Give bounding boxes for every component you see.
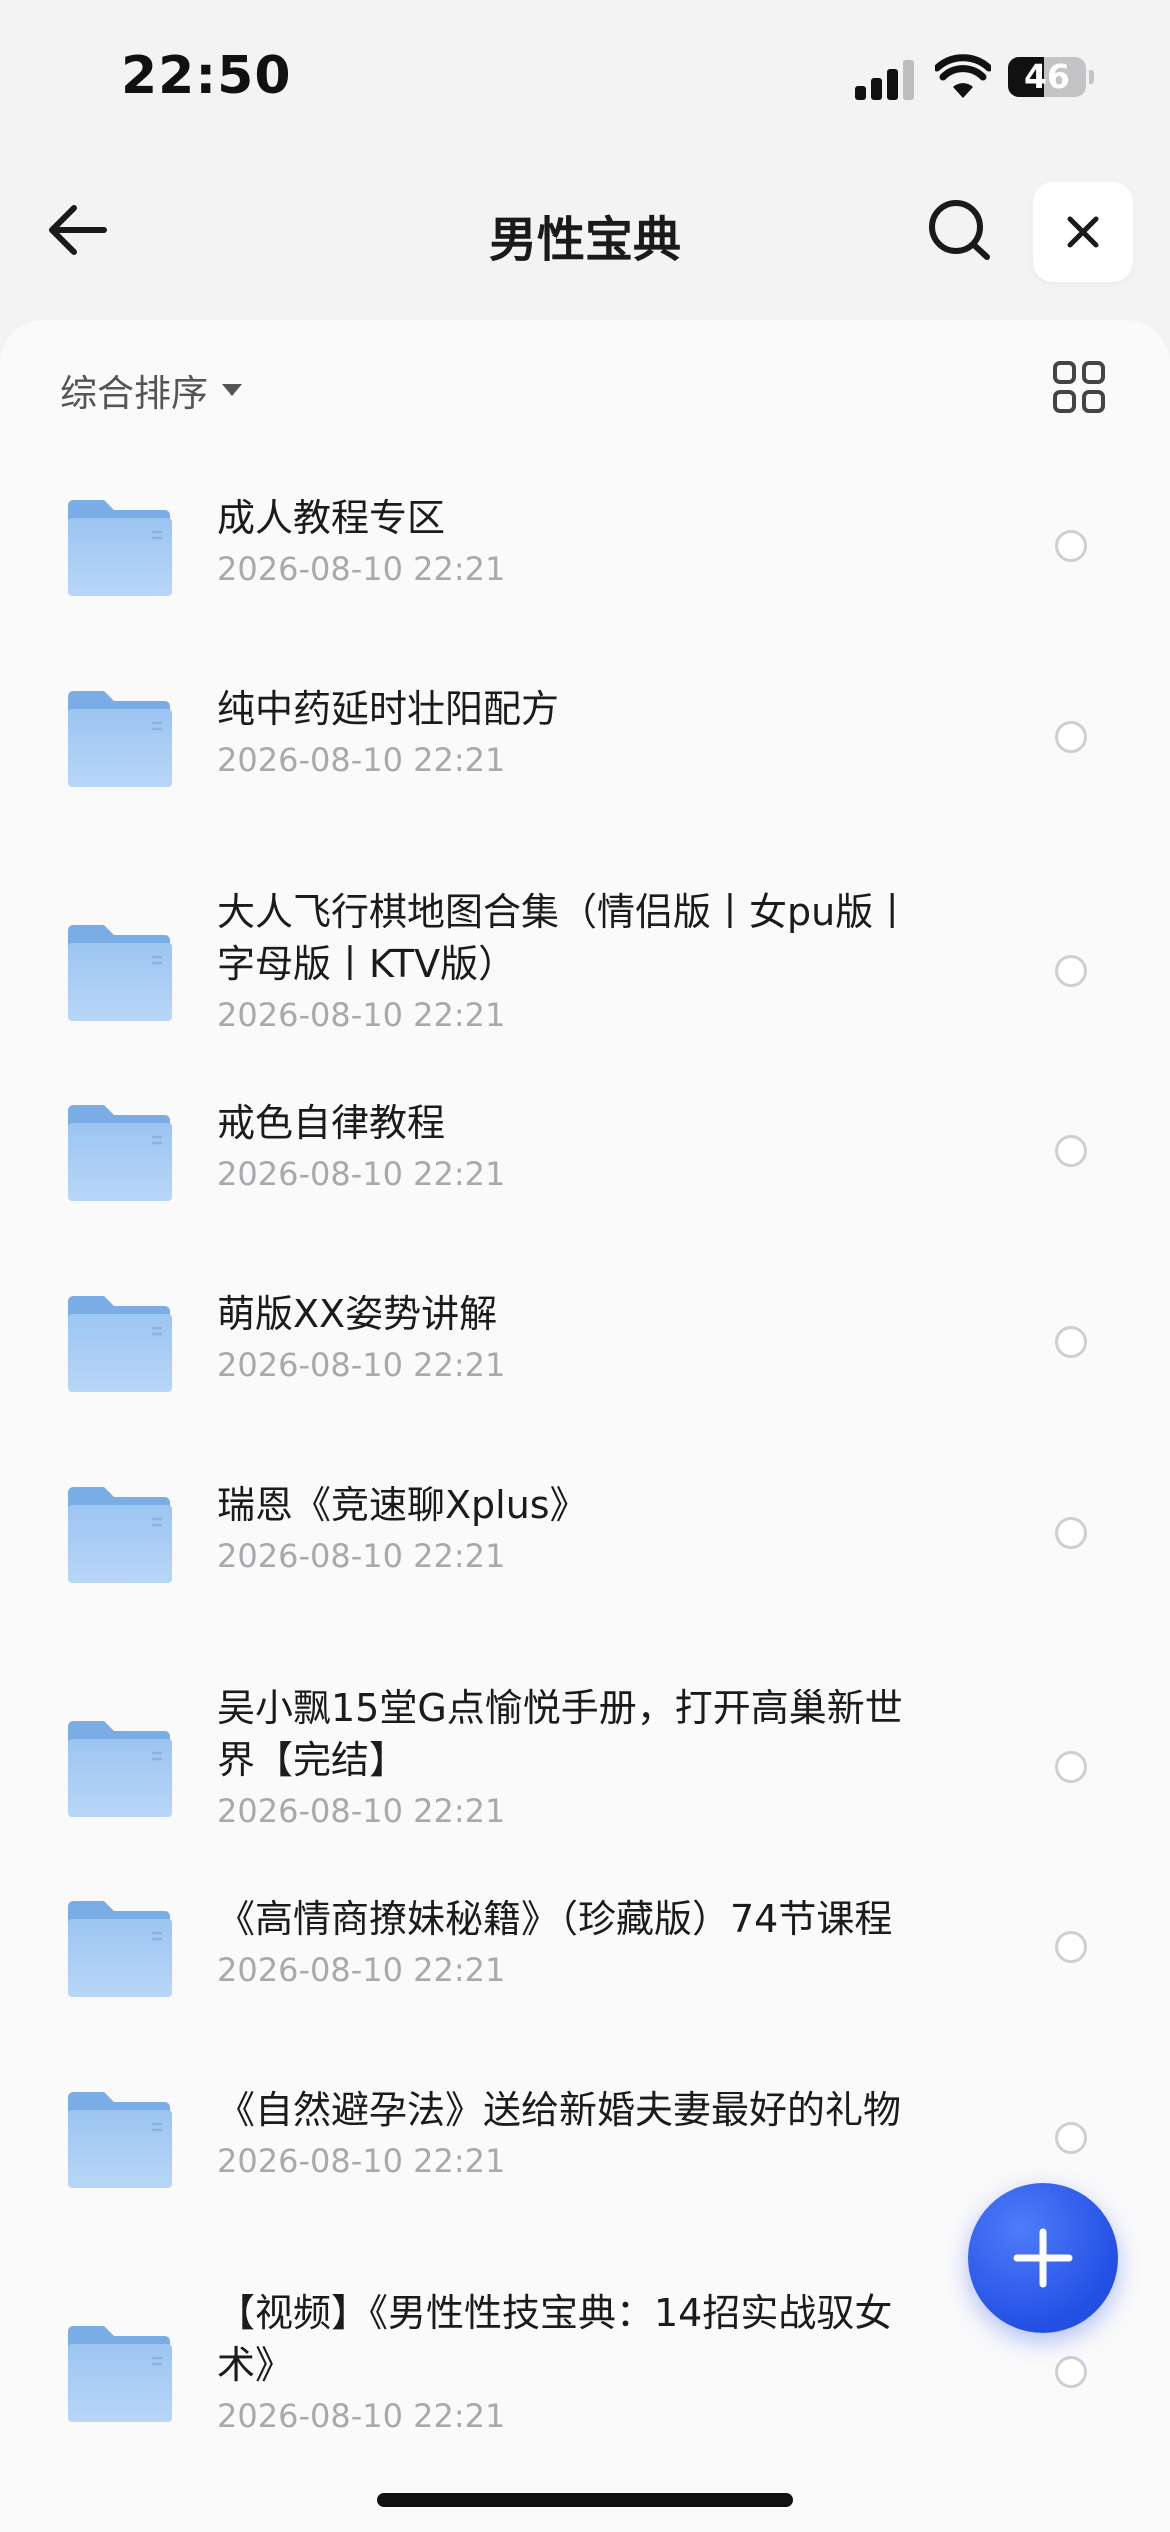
file-name: 大人飞行棋地图合集（情侣版丨女pu版丨字母版丨KTV版） (217, 890, 912, 986)
plus-icon (1013, 2228, 1073, 2288)
select-radio[interactable] (1055, 1135, 1087, 1167)
list-item[interactable]: 纯中药延时壮阳配方 2026-08-10 22:21 (0, 679, 1170, 791)
folder-icon (68, 1487, 172, 1583)
select-radio[interactable] (1055, 1326, 1087, 1358)
list-item-text: 戒色自律教程 2026-08-10 22:21 (217, 1097, 937, 1195)
sort-label: 综合排序 (60, 372, 208, 415)
file-name: 纯中药延时壮阳配方 (217, 687, 560, 731)
list-item[interactable]: 成人教程专区 2026-08-10 22:21 (0, 488, 1170, 600)
select-radio[interactable] (1055, 721, 1087, 753)
grid-view-icon (1053, 361, 1105, 413)
folder-icon (68, 1901, 172, 1997)
list-item-text: 萌版XX姿势讲解 2026-08-10 22:21 (217, 1288, 937, 1386)
status-time: 22:50 (121, 46, 292, 106)
file-name: 【视频】《男性性技宝典：14招实战驭女术》 (217, 2291, 893, 2387)
file-date: 2026-08-10 22:21 (217, 1155, 506, 1193)
file-name: 成人教程专区 (217, 496, 446, 540)
home-indicator (377, 2493, 793, 2507)
folder-icon (68, 1721, 172, 1817)
list-item[interactable]: 瑞恩《竞速聊Xplus》 2026-08-10 22:21 (0, 1475, 1170, 1587)
file-date: 2026-08-10 22:21 (217, 996, 506, 1034)
add-button[interactable] (968, 2183, 1118, 2333)
file-date: 2026-08-10 22:21 (217, 1537, 506, 1575)
arrow-left-icon (49, 205, 107, 255)
caret-down-icon (222, 384, 242, 396)
battery-percent: 46 (1024, 57, 1070, 96)
list-item[interactable]: 吴小飘15堂G点愉悦手册，打开高巢新世界【完结】 2026-08-10 22:21 (0, 1682, 1170, 1848)
folder-icon (68, 500, 172, 596)
select-radio[interactable] (1055, 2122, 1087, 2154)
folder-icon (68, 2326, 172, 2422)
folder-icon (68, 2092, 172, 2188)
wifi-icon (935, 54, 991, 98)
list-item-text: 瑞恩《竞速聊Xplus》 2026-08-10 22:21 (217, 1479, 937, 1577)
search-icon (929, 200, 990, 260)
file-name: 《高情商撩妹秘籍》（珍藏版）74节课程 (217, 1897, 893, 1941)
list-item[interactable]: 大人飞行棋地图合集（情侣版丨女pu版丨字母版丨KTV版） 2026-08-10 2… (0, 886, 1170, 1052)
file-date: 2026-08-10 22:21 (217, 1792, 506, 1830)
list-item[interactable]: 《自然避孕法》送给新婚夫妻最好的礼物 2026-08-10 22:21 (0, 2080, 1170, 2192)
file-date: 2026-08-10 22:21 (217, 1951, 506, 1989)
battery-icon: 46 (1008, 57, 1086, 97)
list-item-text: 成人教程专区 2026-08-10 22:21 (217, 492, 937, 590)
grid-view-button[interactable] (1052, 360, 1106, 414)
file-date: 2026-08-10 22:21 (217, 2142, 506, 2180)
folder-icon (68, 1296, 172, 1392)
list-item[interactable]: 萌版XX姿势讲解 2026-08-10 22:21 (0, 1284, 1170, 1396)
close-icon (1067, 216, 1099, 248)
file-date: 2026-08-10 22:21 (217, 741, 506, 779)
file-name: 吴小飘15堂G点愉悦手册，打开高巢新世界【完结】 (217, 1686, 903, 1782)
search-button[interactable] (925, 195, 995, 265)
list-item-text: 【视频】《男性性技宝典：14招实战驭女术》 2026-08-10 22:21 (217, 2287, 937, 2437)
battery-cap (1089, 70, 1094, 84)
back-button[interactable] (44, 198, 116, 262)
file-name: 瑞恩《竞速聊Xplus》 (217, 1483, 588, 1527)
select-radio[interactable] (1055, 1517, 1087, 1549)
file-date: 2026-08-10 22:21 (217, 1346, 506, 1384)
select-radio[interactable] (1055, 955, 1087, 987)
cellular-signal-icon (855, 60, 915, 100)
file-date: 2026-08-10 22:21 (217, 550, 506, 588)
page-title: 男性宝典 (488, 212, 681, 268)
sort-dropdown[interactable]: 综合排序 (60, 360, 242, 420)
folder-icon (68, 925, 172, 1021)
status-bar: 22:50 46 (0, 0, 1170, 150)
folder-icon (68, 1105, 172, 1201)
select-radio[interactable] (1055, 2356, 1087, 2388)
nav-bar: 男性宝典 (0, 170, 1170, 290)
select-radio[interactable] (1055, 530, 1087, 562)
select-radio[interactable] (1055, 1751, 1087, 1783)
list-item-text: 纯中药延时壮阳配方 2026-08-10 22:21 (217, 683, 937, 781)
list-item-text: 大人飞行棋地图合集（情侣版丨女pu版丨字母版丨KTV版） 2026-08-10 2… (217, 886, 937, 1036)
list-item-text: 《自然避孕法》送给新婚夫妻最好的礼物 2026-08-10 22:21 (217, 2084, 937, 2182)
close-button[interactable] (1033, 182, 1133, 282)
file-name: 《自然避孕法》送给新婚夫妻最好的礼物 (217, 2088, 902, 2132)
list-item-text: 吴小飘15堂G点愉悦手册，打开高巢新世界【完结】 2026-08-10 22:21 (217, 1682, 937, 1832)
select-radio[interactable] (1055, 1931, 1087, 1963)
list-item-text: 《高情商撩妹秘籍》（珍藏版）74节课程 2026-08-10 22:21 (217, 1893, 937, 1991)
list-item[interactable]: 戒色自律教程 2026-08-10 22:21 (0, 1093, 1170, 1205)
file-name: 戒色自律教程 (217, 1101, 446, 1145)
file-name: 萌版XX姿势讲解 (217, 1292, 498, 1336)
list-item[interactable]: 《高情商撩妹秘籍》（珍藏版）74节课程 2026-08-10 22:21 (0, 1889, 1170, 2001)
file-date: 2026-08-10 22:21 (217, 2397, 506, 2435)
folder-icon (68, 691, 172, 787)
